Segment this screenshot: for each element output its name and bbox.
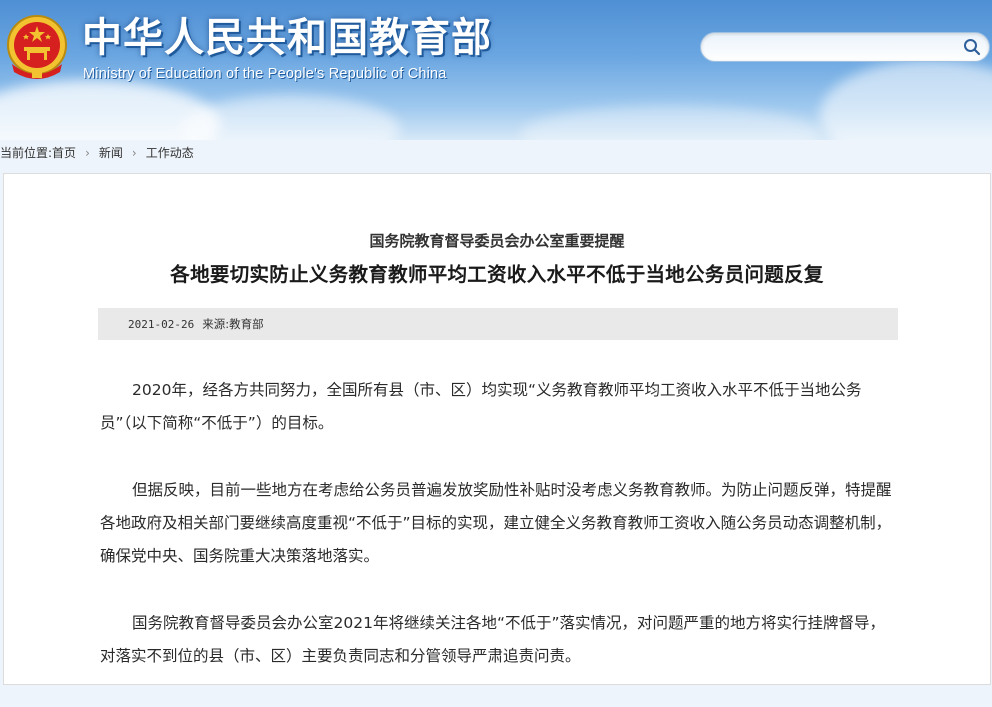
search-box[interactable] bbox=[700, 32, 990, 62]
breadcrumb-news[interactable]: 新闻 bbox=[99, 146, 123, 160]
search-icon[interactable] bbox=[963, 38, 981, 56]
article-paragraph: 但据反映，目前一些地方在考虑给公务员普遍发放奖励性补贴时没考虑义务教育教师。为防… bbox=[100, 481, 892, 565]
article-paragraph: 国务院教育督导委员会办公室2021年将继续关注各地“不低于”落实情况，对问题严重… bbox=[100, 614, 886, 665]
site-title-cn[interactable]: 中华人民共和国教育部 bbox=[82, 16, 492, 60]
site-header: 中华人民共和国教育部 Ministry of Education of the … bbox=[0, 0, 992, 140]
breadcrumb-work-news[interactable]: 工作动态 bbox=[146, 146, 194, 160]
chevron-right-icon: › bbox=[131, 146, 137, 160]
chevron-right-icon: › bbox=[85, 146, 90, 160]
site-title-en[interactable]: Ministry of Education of the People's Re… bbox=[83, 66, 447, 82]
article-source: 来源:教育部 bbox=[202, 317, 264, 331]
breadcrumb-label: 当前位置: bbox=[0, 146, 53, 160]
header-cloud bbox=[820, 60, 992, 140]
search-input[interactable] bbox=[711, 37, 955, 59]
article-meta-bar: 2021-02-26 来源:教育部 bbox=[98, 308, 898, 340]
article-supertitle: 国务院教育督导委员会办公室重要提醒 bbox=[369, 232, 625, 250]
breadcrumb: 当前位置:首页 › 新闻 › 工作动态 bbox=[0, 143, 194, 163]
breadcrumb-home[interactable]: 首页 bbox=[52, 146, 76, 160]
article-body: 2020年，经各方共同努力，全国所有县（市、区）均实现“义务教育教师平均工资收入… bbox=[100, 374, 900, 707]
national-emblem-icon[interactable] bbox=[6, 14, 68, 80]
header-cloud bbox=[180, 95, 400, 140]
article-title: 各地要切实防止义务教育教师平均工资收入水平不低于当地公务员问题反复 bbox=[170, 263, 824, 286]
header-cloud bbox=[520, 105, 820, 140]
article-card: 国务院教育督导委员会办公室重要提醒 各地要切实防止义务教育教师平均工资收入水平不… bbox=[3, 173, 991, 685]
article-paragraph: 2020年，经各方共同努力，全国所有县（市、区）均实现“义务教育教师平均工资收入… bbox=[100, 381, 862, 432]
article-date: 2021-02-26 bbox=[128, 318, 195, 331]
